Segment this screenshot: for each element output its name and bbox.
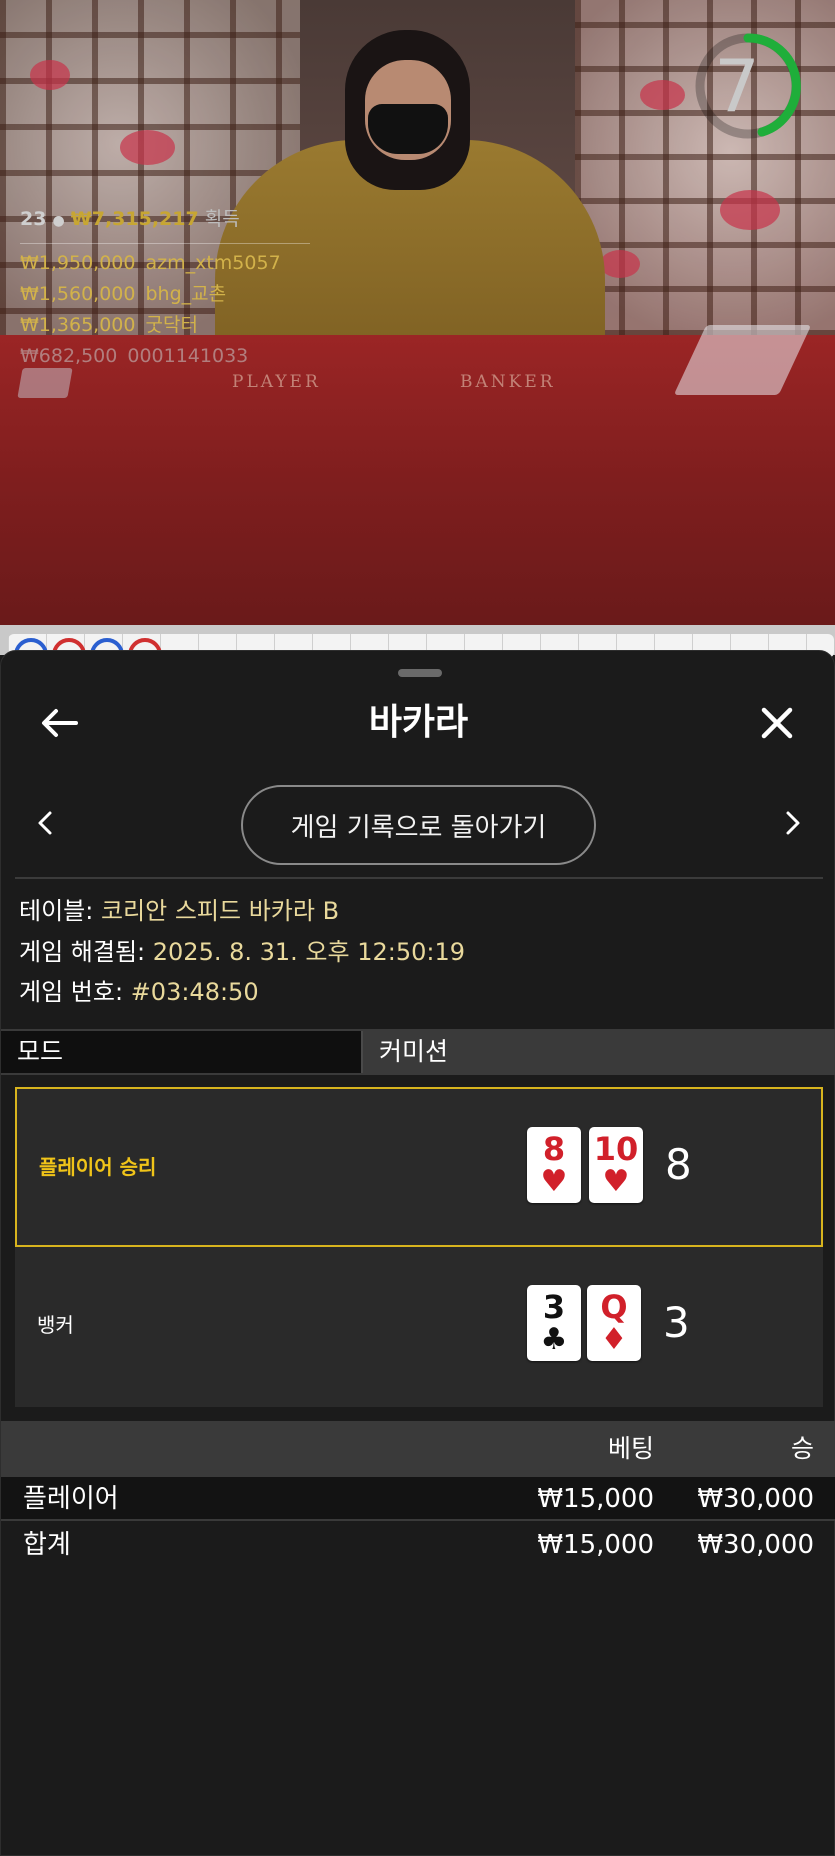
winner-name: bhg_교촌 [145, 283, 227, 305]
winners-total: ₩7,315,217 [70, 208, 199, 230]
column-bet: 베팅 [607, 1434, 654, 1463]
winner-name: 0001141033 [127, 345, 249, 367]
playing-card: Q ♦ [587, 1285, 641, 1361]
bet-amount: ₩15,000 [537, 1484, 654, 1514]
winners-panel: 23 ● ₩7,315,217 획득 ₩1,950,000 azm_xtm5057… [20, 204, 310, 372]
close-button[interactable] [747, 693, 807, 753]
diamond-icon: ♦ [600, 1322, 628, 1357]
bets-table-header: 베팅 승 [1, 1421, 835, 1477]
total-label: 합계 [23, 1530, 71, 1560]
live-video: PLAYER BANKER 7 23 ● ₩7,315,217 획득 ₩1,95… [0, 0, 835, 625]
total-bet: ₩15,000 [537, 1530, 654, 1560]
info-game-number: 게임 번호: #03:48:50 [19, 977, 259, 1007]
winner-amount: ₩1,365,000 [20, 314, 136, 336]
result-row-banker: 뱅커 3 ♣ Q ♦ 3 [15, 1247, 823, 1407]
sheet-title: 바카라 [368, 702, 469, 743]
info-key: 테이블: [19, 897, 94, 925]
blossom-decor [30, 60, 70, 90]
result-row-player: 플레이어 승리 8 ♥ 10 ♥ 8 [15, 1087, 823, 1247]
card-rank: 10 [593, 1130, 639, 1168]
playing-card: 3 ♣ [527, 1285, 581, 1361]
playing-card: 10 ♥ [589, 1127, 643, 1203]
game-history-sheet: 바카라 게임 기록으로 돌아가기 테이블: 코리안 스피드 바카라 B 게임 해… [0, 650, 835, 1856]
previous-game-button[interactable] [25, 793, 65, 853]
info-key: 게임 해결됨: [19, 938, 146, 966]
bet-row: 플레이어 ₩15,000 ₩30,000 [1, 1477, 835, 1521]
person-icon: ● [52, 213, 65, 229]
winner-amount: ₩1,950,000 [20, 252, 136, 274]
club-icon: ♣ [540, 1322, 568, 1357]
table-label-player: PLAYER [232, 372, 321, 392]
tab-mode[interactable]: 모드 [1, 1031, 361, 1073]
winners-divider [20, 243, 310, 244]
win-amount: ₩30,000 [697, 1484, 814, 1514]
hand-score: 8 [665, 1140, 692, 1189]
chevron-left-icon [38, 811, 52, 835]
card-rank: Q [600, 1288, 628, 1326]
dealer-mask [368, 104, 448, 154]
winners-earned-label: 획득 [204, 208, 240, 230]
winner-amount: ₩682,500 [20, 345, 118, 367]
result-label: 뱅커 [37, 1313, 74, 1337]
winner-count: 23 [20, 208, 47, 230]
timer-value: 7 [714, 44, 760, 128]
winner-name: azm_xtm5057 [145, 252, 281, 274]
info-value: #03:48:50 [130, 978, 259, 1006]
winner-row: ₩682,500 0001141033 [20, 341, 310, 372]
playing-card: 8 ♥ [527, 1127, 581, 1203]
info-value: 2025. 8. 31. 오후 12:50:19 [152, 938, 466, 966]
result-label: 플레이어 승리 [39, 1155, 157, 1179]
heart-icon: ♥ [540, 1164, 568, 1199]
info-resolved: 게임 해결됨: 2025. 8. 31. 오후 12:50:19 [19, 937, 465, 967]
winner-row: ₩1,950,000 azm_xtm5057 [20, 248, 310, 279]
info-table: 테이블: 코리안 스피드 바카라 B [19, 896, 339, 926]
winners-summary: 23 ● ₩7,315,217 획득 [20, 204, 310, 237]
countdown-timer: 7 [692, 30, 804, 142]
mode-commission-bar: 모드 커미션 [1, 1029, 835, 1075]
blossom-decor [720, 190, 780, 230]
card-rank: 8 [542, 1130, 566, 1168]
hand-score: 3 [663, 1298, 690, 1347]
discard-tray [17, 368, 73, 398]
winner-row: ₩1,560,000 bhg_교촌 [20, 279, 310, 310]
winner-row: ₩1,365,000 굿닥터 [20, 310, 310, 341]
card-rank: 3 [542, 1288, 566, 1326]
winner-amount: ₩1,560,000 [20, 283, 136, 305]
back-to-history-button[interactable]: 게임 기록으로 돌아가기 [241, 785, 596, 865]
blossom-decor [640, 80, 685, 110]
sheet-drag-handle[interactable] [398, 669, 442, 677]
bet-total-row: 합계 ₩15,000 ₩30,000 [1, 1523, 835, 1567]
column-win: 승 [790, 1434, 814, 1463]
chevron-right-icon [786, 811, 800, 835]
header-divider [15, 877, 823, 879]
table-label-banker: BANKER [460, 372, 556, 392]
info-key: 게임 번호: [19, 978, 124, 1006]
heart-icon: ♥ [602, 1164, 630, 1199]
winner-name: 굿닥터 [145, 314, 198, 336]
info-value: 코리안 스피드 바카라 B [100, 897, 340, 925]
blossom-decor [120, 130, 175, 165]
round-results: 플레이어 승리 8 ♥ 10 ♥ 8 뱅커 3 ♣ Q ♦ 3 [15, 1087, 823, 1407]
blossom-decor [600, 250, 640, 278]
tab-commission[interactable]: 커미션 [361, 1031, 835, 1073]
total-win: ₩30,000 [697, 1530, 814, 1560]
bet-name: 플레이어 [23, 1484, 119, 1514]
next-game-button[interactable] [773, 793, 813, 853]
close-icon [761, 707, 793, 739]
